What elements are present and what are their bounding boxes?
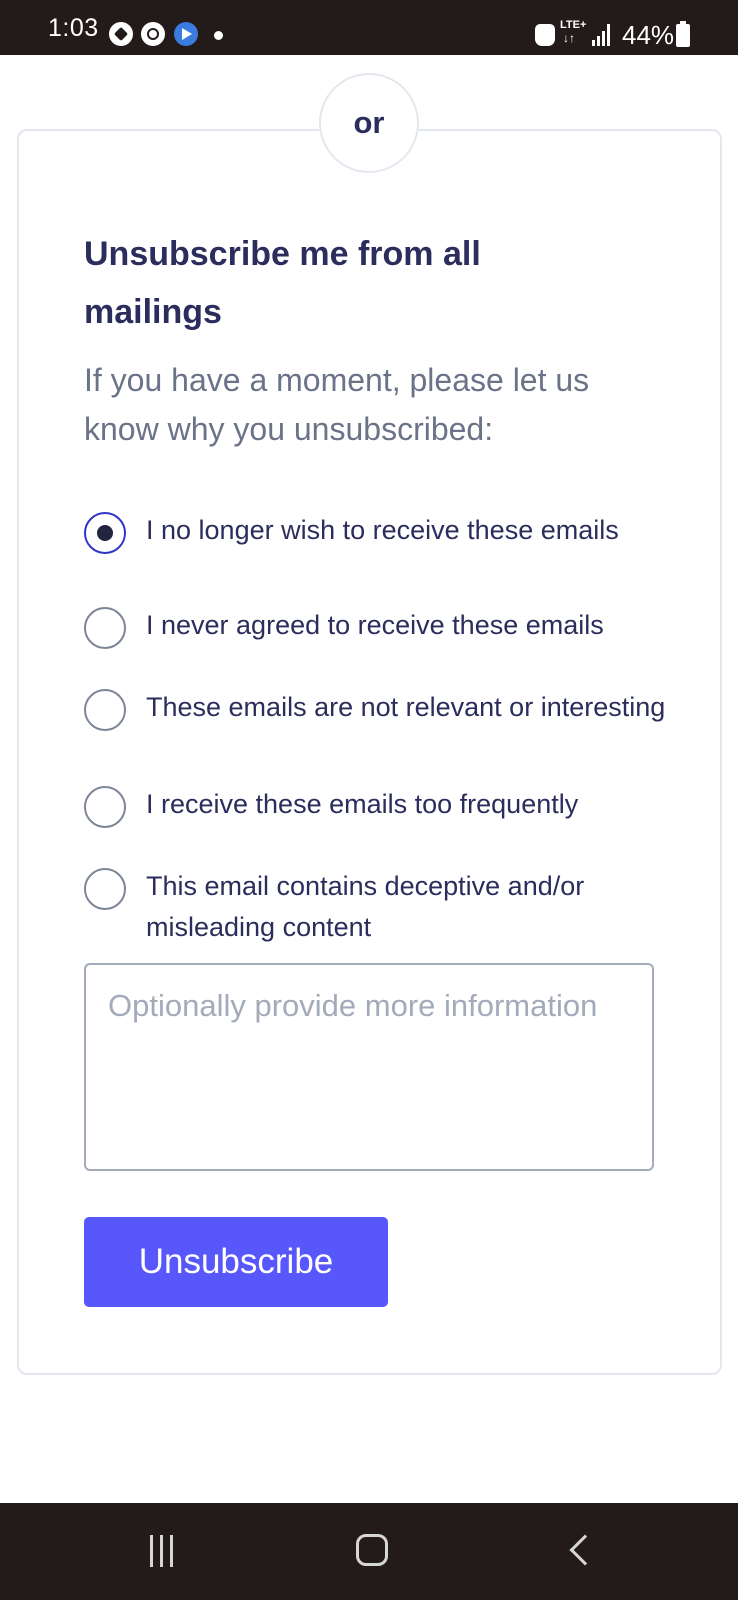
back-icon[interactable] xyxy=(569,1534,601,1566)
network-activity-icon: ↓↑ xyxy=(563,31,575,45)
unsubscribe-button[interactable]: Unsubscribe xyxy=(84,1217,388,1307)
reason-label[interactable]: I never agreed to receive these emails xyxy=(146,605,666,646)
system-nav-bar xyxy=(0,1503,738,1600)
radio-button[interactable] xyxy=(84,607,126,649)
signal-icon xyxy=(592,24,616,46)
chrome-icon xyxy=(141,22,165,46)
radio-button-selected[interactable] xyxy=(84,512,126,554)
bing-icon xyxy=(174,22,198,46)
reason-label[interactable]: I receive these emails too frequently xyxy=(146,784,666,825)
reason-prompt: If you have a moment, please let us know… xyxy=(84,362,590,447)
recents-icon[interactable] xyxy=(150,1535,182,1567)
soccer-ball-icon xyxy=(109,22,133,46)
radio-button[interactable] xyxy=(84,786,126,828)
reason-label[interactable]: These emails are not relevant or interes… xyxy=(146,687,666,728)
reason-label[interactable]: This email contains deceptive and/or mis… xyxy=(146,866,666,948)
home-icon[interactable] xyxy=(356,1534,388,1566)
vpn-icon xyxy=(535,24,555,46)
radio-button[interactable] xyxy=(84,689,126,731)
battery-percent: 44% xyxy=(622,20,675,50)
dot-icon xyxy=(214,31,223,40)
status-time: 1:03 xyxy=(48,14,99,42)
network-type: LTE+ xyxy=(560,19,587,31)
battery-icon xyxy=(676,21,690,47)
reason-label[interactable]: I no longer wish to receive these emails xyxy=(146,510,666,551)
status-bar: 1:03 LTE+ ↓↑ 44% xyxy=(0,0,738,55)
page-title: Unsubscribe me from all mailings xyxy=(84,235,481,331)
or-divider: or xyxy=(319,73,419,173)
radio-button[interactable] xyxy=(84,868,126,910)
feedback-textarea[interactable] xyxy=(84,963,654,1171)
